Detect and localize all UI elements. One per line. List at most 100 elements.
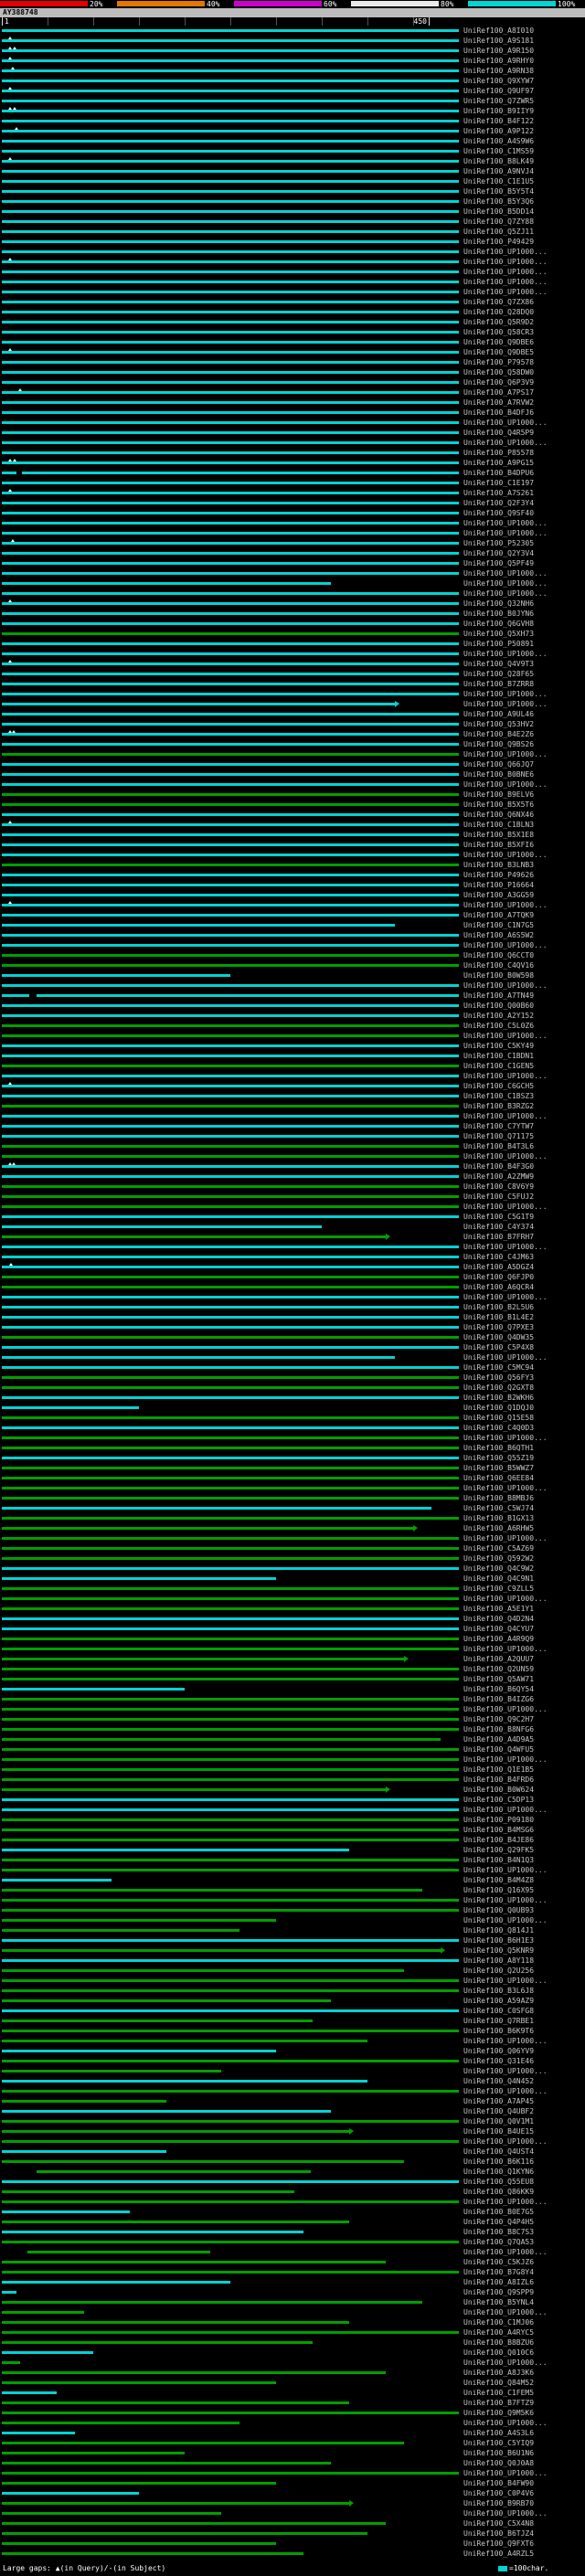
hit-accession-label[interactable]: UniRef100_UP1000... <box>463 1534 548 1542</box>
hit-accession-label[interactable]: UniRef100_UP1000... <box>463 1755 548 1764</box>
hit-accession-label[interactable]: UniRef100_Q1E1B5 <box>463 1765 534 1774</box>
hit-accession-label[interactable]: UniRef100_UP1000... <box>463 2198 548 2206</box>
alignment-bar[interactable] <box>2 482 459 484</box>
alignment-bar[interactable] <box>2 1718 459 1721</box>
alignment-bar[interactable] <box>2 924 395 927</box>
hit-accession-label[interactable]: UniRef100_Q9SF40 <box>463 509 534 517</box>
alignment-bar[interactable] <box>2 1768 459 1771</box>
hit-accession-label[interactable]: UniRef100_UP1000... <box>463 1434 548 1442</box>
alignment-bar[interactable] <box>2 522 459 525</box>
alignment-bar[interactable] <box>2 984 459 987</box>
hit-accession-label[interactable]: UniRef100_B2WKH6 <box>463 1394 534 1402</box>
alignment-bar[interactable] <box>2 894 459 896</box>
hit-accession-label[interactable]: UniRef100_C1N7G5 <box>463 921 534 929</box>
hit-accession-label[interactable]: UniRef100_UP1000... <box>463 650 548 658</box>
alignment-bar[interactable] <box>2 2412 459 2414</box>
alignment-bar[interactable] <box>2 994 29 997</box>
alignment-bar[interactable] <box>2 783 459 786</box>
hit-accession-label[interactable]: UniRef100_P79578 <box>463 358 534 366</box>
hit-accession-label[interactable]: UniRef100_Q9SPP9 <box>463 2288 534 2296</box>
hit-accession-label[interactable]: UniRef100_P09180 <box>463 1816 534 1824</box>
hit-accession-label[interactable]: UniRef100_Q2F3Y4 <box>463 499 534 507</box>
alignment-bar[interactable] <box>2 663 459 665</box>
hit-accession-label[interactable]: UniRef100_UP1000... <box>463 1353 548 1362</box>
alignment-bar[interactable] <box>2 451 459 454</box>
alignment-bar[interactable] <box>2 874 459 876</box>
hit-accession-label[interactable]: UniRef100_B3L6J8 <box>463 1987 534 1995</box>
hit-accession-label[interactable]: UniRef100_B5XFI6 <box>463 841 534 849</box>
hit-accession-label[interactable]: UniRef100_Q6NX46 <box>463 811 534 819</box>
hit-accession-label[interactable]: UniRef100_UP1000... <box>463 569 548 578</box>
hit-accession-label[interactable]: UniRef100_B5X5T6 <box>463 800 534 809</box>
alignment-bar[interactable] <box>2 2200 459 2203</box>
alignment-bar[interactable] <box>2 1969 404 1972</box>
hit-accession-label[interactable]: UniRef100_A9UL46 <box>463 710 534 718</box>
hit-accession-label[interactable]: UniRef100_UP1000... <box>463 268 548 276</box>
hit-accession-label[interactable]: UniRef100_Q5R9D2 <box>463 318 534 326</box>
hit-accession-label[interactable]: UniRef100_B3LNB3 <box>463 861 534 869</box>
hit-accession-label[interactable]: UniRef100_C1MJ06 <box>463 2318 534 2327</box>
alignment-bar[interactable] <box>2 974 230 977</box>
alignment-bar[interactable] <box>2 1024 459 1027</box>
alignment-bar[interactable] <box>2 1668 459 1670</box>
alignment-bar[interactable] <box>2 2090 459 2093</box>
alignment-bar[interactable] <box>2 1587 459 1590</box>
alignment-bar[interactable] <box>2 2100 166 2103</box>
alignment-bar[interactable] <box>2 592 459 595</box>
alignment-bar[interactable] <box>2 2210 130 2213</box>
alignment-bar[interactable] <box>2 1517 459 1520</box>
alignment-bar[interactable] <box>2 260 459 263</box>
hit-accession-label[interactable]: UniRef100_Q2GXT8 <box>463 1383 534 1392</box>
alignment-bar[interactable] <box>2 1376 459 1379</box>
alignment-bar[interactable] <box>2 1436 459 1439</box>
alignment-bar[interactable] <box>2 572 459 575</box>
alignment-bar[interactable] <box>2 1155 459 1158</box>
hit-accession-label[interactable]: UniRef100_A4RYC5 <box>463 2328 534 2337</box>
alignment-bar[interactable] <box>27 2251 210 2253</box>
alignment-bar[interactable] <box>2 2271 459 2274</box>
hit-accession-label[interactable]: UniRef100_Q9C2H7 <box>463 1715 534 1723</box>
hit-accession-label[interactable]: UniRef100_UP1000... <box>463 1032 548 1040</box>
hit-accession-label[interactable]: UniRef100_Q6EE84 <box>463 1474 534 1482</box>
hit-accession-label[interactable]: UniRef100_C1E197 <box>463 479 534 487</box>
alignment-bar[interactable] <box>2 1175 459 1178</box>
alignment-bar[interactable] <box>2 1989 459 1992</box>
hit-accession-label[interactable]: UniRef100_A6RHW5 <box>463 1524 534 1532</box>
hit-accession-label[interactable]: UniRef100_Q0UB93 <box>463 1906 534 1914</box>
hit-accession-label[interactable]: UniRef100_B4FW90 <box>463 2479 534 2487</box>
hit-accession-label[interactable]: UniRef100_A5E1Y1 <box>463 1605 534 1613</box>
hit-accession-label[interactable]: UniRef100_B9RB70 <box>463 2499 534 2507</box>
alignment-bar[interactable] <box>2 2361 20 2364</box>
hit-accession-label[interactable]: UniRef100_P85578 <box>463 449 534 457</box>
hit-accession-label[interactable]: UniRef100_UP1000... <box>463 248 548 256</box>
hit-accession-label[interactable]: UniRef100_B5Y3Q6 <box>463 197 534 206</box>
hit-accession-label[interactable]: UniRef100_B8LK49 <box>463 157 534 165</box>
alignment-bar[interactable] <box>2 1366 459 1369</box>
alignment-bar[interactable] <box>2 2070 221 2072</box>
alignment-bar[interactable] <box>2 1487 459 1489</box>
alignment-bar[interactable] <box>2 2351 93 2354</box>
hit-accession-label[interactable]: UniRef100_Q00B60 <box>463 1002 534 1010</box>
hit-accession-label[interactable]: UniRef100_Q7ZX86 <box>463 298 534 306</box>
hit-accession-label[interactable]: UniRef100_B4IZG6 <box>463 1695 534 1703</box>
alignment-bar[interactable] <box>2 2452 185 2454</box>
alignment-bar[interactable] <box>2 2291 16 2294</box>
hit-accession-label[interactable]: UniRef100_UP1000... <box>463 439 548 447</box>
alignment-bar[interactable] <box>2 110 459 112</box>
alignment-bar[interactable] <box>2 954 459 957</box>
hit-accession-label[interactable]: UniRef100_B0BNE6 <box>463 770 534 779</box>
alignment-bar[interactable] <box>2 130 459 133</box>
alignment-bar[interactable] <box>2 1426 459 1429</box>
hit-accession-label[interactable]: UniRef100_A6S5W2 <box>463 931 534 939</box>
alignment-bar[interactable] <box>2 1225 322 1228</box>
hit-accession-label[interactable]: UniRef100_UP1000... <box>463 750 548 758</box>
hit-accession-label[interactable]: UniRef100_C5YIQ9 <box>463 2439 534 2447</box>
hit-accession-label[interactable]: UniRef100_C8V6Y9 <box>463 1182 534 1191</box>
alignment-bar[interactable] <box>2 793 459 796</box>
hit-accession-label[interactable]: UniRef100_Q4C9W2 <box>463 1564 534 1573</box>
hit-accession-label[interactable]: UniRef100_B6H1E3 <box>463 1936 534 1945</box>
hit-accession-label[interactable]: UniRef100_UP1000... <box>463 1866 548 1874</box>
hit-accession-label[interactable]: UniRef100_Q6P3V9 <box>463 378 534 387</box>
alignment-bar[interactable] <box>2 1195 459 1198</box>
alignment-bar[interactable] <box>2 843 459 846</box>
